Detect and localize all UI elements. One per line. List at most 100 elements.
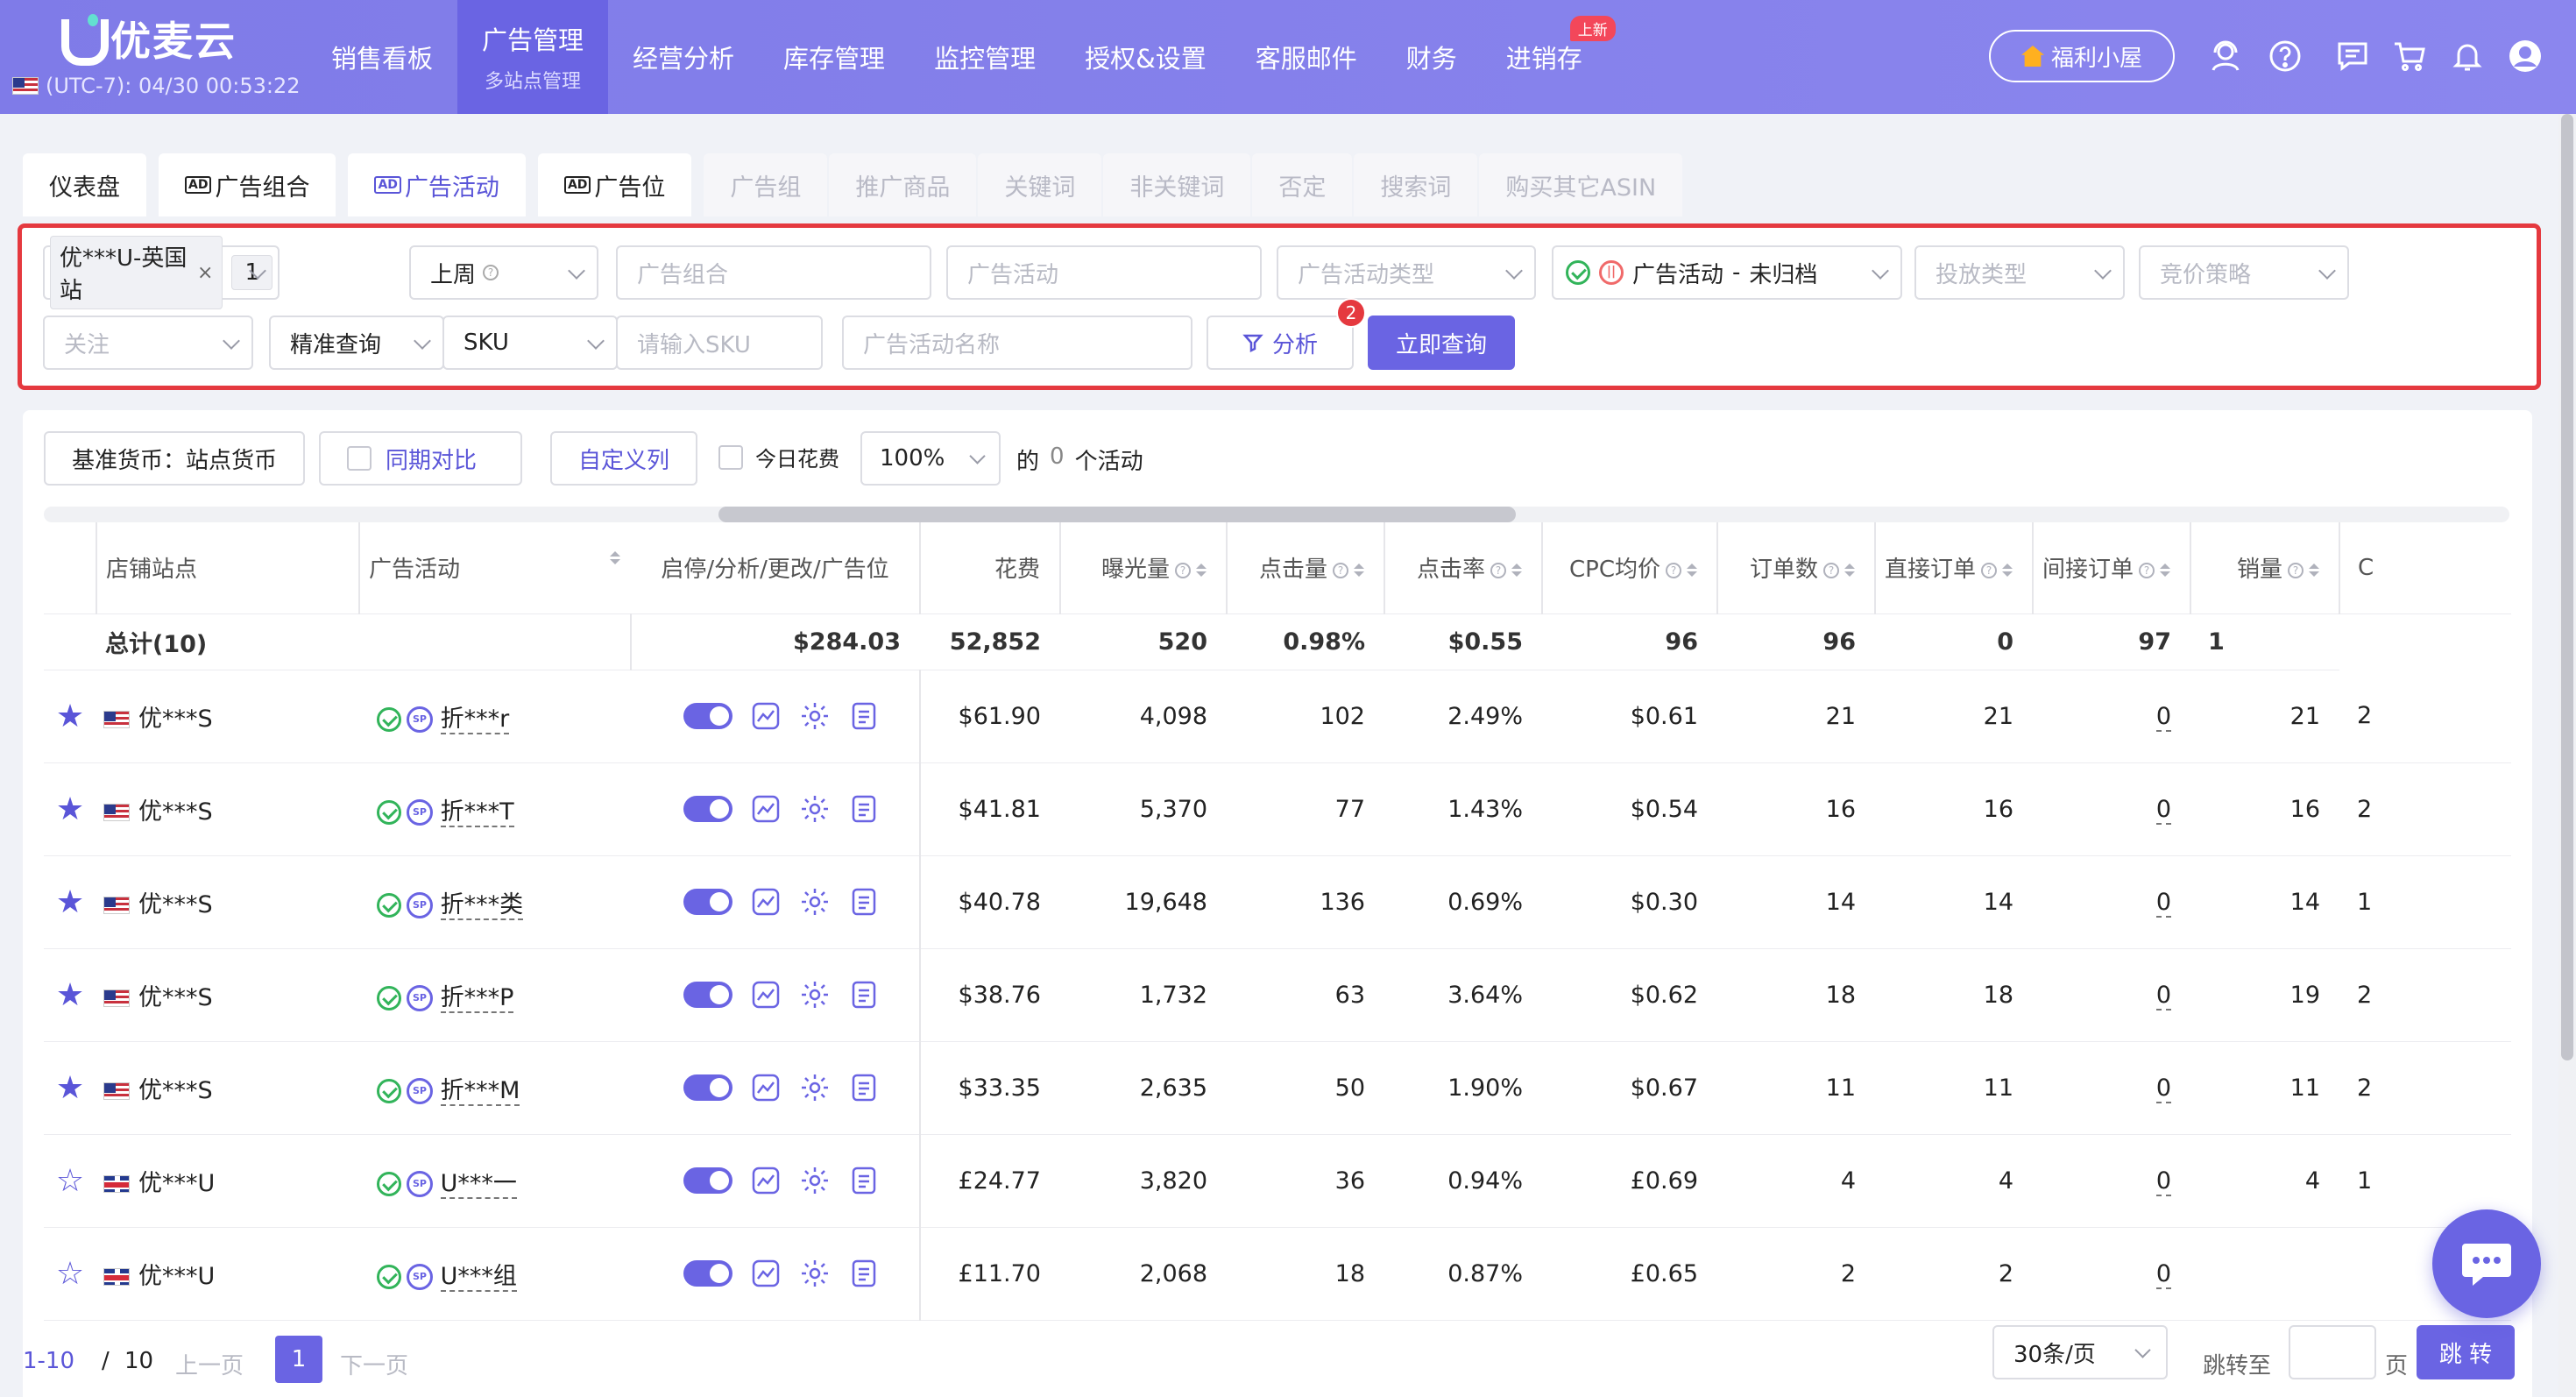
col-header-ctr[interactable]: 点击率?: [1384, 522, 1542, 614]
analysis-chart-icon[interactable]: [750, 793, 782, 825]
query-mode-select[interactable]: 精准查询: [269, 316, 444, 370]
nav-item-0[interactable]: 销售看板: [307, 0, 457, 114]
campaign-toggle[interactable]: [683, 889, 732, 915]
indirect-orders-link[interactable]: 0: [2155, 981, 2171, 1011]
col-header-cpc[interactable]: CPC均价?: [1541, 522, 1717, 614]
placement-list-icon[interactable]: [848, 979, 880, 1011]
next-page-button[interactable]: 下一页: [340, 1348, 408, 1380]
indirect-orders-link[interactable]: 0: [2155, 702, 2171, 732]
star-filled-icon[interactable]: ★: [56, 884, 84, 920]
indirect-orders-link[interactable]: 0: [2155, 1167, 2171, 1196]
star-filled-icon[interactable]: ★: [56, 698, 84, 734]
analysis-chart-icon[interactable]: [750, 1258, 782, 1289]
nav-item-3[interactable]: 库存管理: [759, 0, 909, 114]
table-row[interactable]: ☆ 优***U SP U***组 £11.70 2,068 18 0.87% £0.65 2 2 0: [44, 1227, 2511, 1321]
settings-gear-icon[interactable]: [799, 793, 831, 825]
sort-icon[interactable]: [1844, 564, 1855, 577]
star-outline-icon[interactable]: ☆: [56, 1256, 84, 1292]
tab-9[interactable]: 搜索词: [1354, 153, 1478, 216]
close-icon[interactable]: ×: [197, 262, 213, 284]
col-header-units[interactable]: 销量?: [2190, 522, 2339, 614]
nav-item-8[interactable]: 进销存 上新: [1482, 0, 1616, 114]
settings-gear-icon[interactable]: [799, 1165, 831, 1196]
cart-icon[interactable]: [2392, 39, 2427, 74]
nav-item-4[interactable]: 监控管理: [909, 0, 1060, 114]
campaign-toggle[interactable]: [683, 1074, 732, 1101]
settings-gear-icon[interactable]: [799, 1072, 831, 1103]
campaign-name-link[interactable]: 折***T: [440, 798, 514, 827]
sort-icon[interactable]: [1687, 564, 1697, 577]
settings-gear-icon[interactable]: [799, 700, 831, 732]
sort-icon[interactable]: [2160, 564, 2170, 577]
campaign-name-link[interactable]: 折***P: [440, 983, 514, 1013]
tab-8[interactable]: 否定: [1252, 153, 1353, 216]
placement-list-icon[interactable]: [848, 793, 880, 825]
campaign-name-link[interactable]: 折***M: [440, 1076, 520, 1106]
sort-icon[interactable]: [2309, 564, 2319, 577]
analysis-chart-icon[interactable]: [750, 700, 782, 732]
col-header-orders[interactable]: 订单数?: [1716, 522, 1875, 614]
col-header-impressions[interactable]: 曝光量?: [1059, 522, 1227, 614]
tab-4[interactable]: 广告组: [704, 153, 828, 216]
analyze-button[interactable]: 分析: [1207, 316, 1354, 370]
col-header-indirect-orders[interactable]: 间接订单?: [2032, 522, 2190, 614]
campaign-status-select[interactable]: || 广告活动 - 未归档: [1552, 245, 1902, 300]
avatar-icon[interactable]: [2508, 39, 2543, 74]
vertical-scrollbar-thumb[interactable]: [2561, 114, 2573, 1060]
page-size-select[interactable]: 30条/页: [1992, 1325, 2168, 1379]
tab-0[interactable]: 仪表盘: [23, 153, 146, 216]
tab-6[interactable]: 关键词: [978, 153, 1102, 216]
user-headset-icon[interactable]: [2208, 39, 2243, 74]
nav-item-5[interactable]: 授权&设置: [1060, 0, 1231, 114]
nav-item-1[interactable]: 广告管理 多站点管理: [457, 0, 609, 114]
star-filled-icon[interactable]: ★: [56, 791, 84, 827]
sort-icon[interactable]: [1511, 564, 1522, 577]
table-row[interactable]: ★ 优***S SP 折***P $38.76 1,732 63 3.64% $0.62 18 1…: [44, 948, 2511, 1042]
placement-list-icon[interactable]: [848, 700, 880, 732]
tab-10[interactable]: 购买其它ASIN: [1479, 153, 1683, 216]
analysis-chart-icon[interactable]: [750, 1072, 782, 1103]
compare-checkbox[interactable]: [347, 446, 372, 471]
tab-7[interactable]: 非关键词: [1103, 153, 1251, 216]
indirect-orders-link[interactable]: 0: [2155, 1074, 2171, 1103]
jump-button[interactable]: 跳 转: [2417, 1325, 2515, 1379]
sku-field-select[interactable]: SKU: [442, 316, 618, 370]
settings-gear-icon[interactable]: [799, 979, 831, 1011]
star-outline-icon[interactable]: ☆: [56, 1163, 84, 1199]
today-spend-toggle[interactable]: 今日花费: [718, 442, 839, 472]
campaign-toggle[interactable]: [683, 703, 732, 729]
campaign-toggle[interactable]: [683, 796, 732, 822]
placement-list-icon[interactable]: [848, 1258, 880, 1289]
indirect-orders-link[interactable]: 0: [2155, 888, 2171, 918]
campaign-name-input[interactable]: 广告活动名称: [842, 316, 1192, 370]
nav-item-2[interactable]: 经营分析: [608, 0, 759, 114]
analysis-chart-icon[interactable]: [750, 1165, 782, 1196]
shop-select[interactable]: 优***U-英国站 × 1: [43, 236, 280, 309]
sku-input[interactable]: 请输入SKU: [616, 316, 823, 370]
sort-icon[interactable]: [1354, 564, 1364, 577]
col-header-direct-orders[interactable]: 直接订单?: [1874, 522, 2033, 614]
help-icon[interactable]: [2268, 39, 2303, 74]
zoom-select[interactable]: 100%: [860, 431, 1001, 486]
star-filled-icon[interactable]: ★: [56, 977, 84, 1013]
campaign-toggle[interactable]: [683, 1167, 732, 1194]
sort-icon[interactable]: [610, 551, 620, 564]
nav-item-7[interactable]: 财务: [1382, 0, 1482, 114]
sort-icon[interactable]: [2002, 564, 2013, 577]
logo[interactable]: 优麦云: [58, 12, 237, 66]
campaign-name-link[interactable]: 折***类: [440, 890, 524, 920]
col-header-campaign[interactable]: 广告活动: [358, 522, 631, 614]
follow-select[interactable]: 关注: [43, 316, 253, 370]
table-row[interactable]: ★ 优***S SP 折***类 $40.78 19,648 136 0.69% $0.30 1…: [44, 855, 2511, 949]
table-row[interactable]: ☆ 优***U SP U***一 £24.77 3,820 36 0.94% £0.69 4 4 0…: [44, 1134, 2511, 1228]
table-row[interactable]: ★ 优***S SP 折***T $41.81 5,370 77 1.43% $0.54 16 1…: [44, 762, 2511, 856]
settings-gear-icon[interactable]: [799, 886, 831, 918]
table-row[interactable]: ★ 优***S SP 折***r $61.90 4,098 102 2.49% $0.61 21…: [44, 670, 2511, 763]
col-header-spend[interactable]: 花费: [919, 522, 1060, 614]
horizontal-scrollbar[interactable]: [44, 507, 2509, 522]
horizontal-scrollbar-thumb[interactable]: [718, 507, 1516, 522]
bid-strategy-select[interactable]: 竞价策略: [2139, 245, 2349, 300]
analysis-chart-icon[interactable]: [750, 979, 782, 1011]
nav-item-6[interactable]: 客服邮件: [1231, 0, 1382, 114]
query-now-button[interactable]: 立即查询: [1368, 316, 1515, 370]
